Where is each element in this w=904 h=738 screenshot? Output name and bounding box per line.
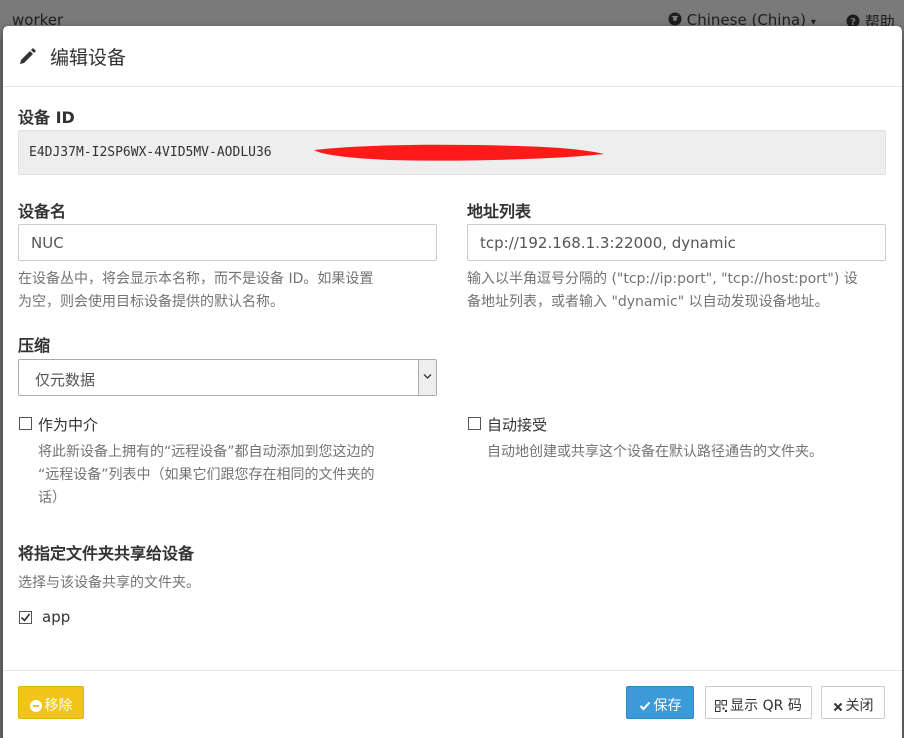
- auto-accept-help: 自动地创建或共享这个设备在默认路径通告的文件夹。: [487, 441, 897, 464]
- checked-box-icon: [19, 611, 32, 624]
- globe-icon: [668, 12, 682, 26]
- auto-accept-help-line: 自动地创建或共享这个设备在默认路径通告的文件夹。: [487, 444, 823, 460]
- check-icon: [639, 701, 650, 711]
- remove-label: 移除: [44, 698, 73, 714]
- close-label: 关闭: [845, 698, 874, 714]
- auto-accept-label[interactable]: 自动接受: [487, 414, 547, 435]
- dialog-footer: 移除 保存 显示 QR 码 关闭: [3, 670, 902, 738]
- device-name-input[interactable]: NUC: [18, 224, 437, 261]
- introducer-help-line: “远程设备”列表中（如果它们跟您存在相同的文件夹的: [38, 467, 375, 483]
- compression-label: 压缩: [18, 336, 51, 355]
- introducer-help-line: 话）: [38, 490, 66, 506]
- folder-app-checkbox[interactable]: [19, 611, 32, 624]
- remove-button[interactable]: 移除: [18, 686, 84, 719]
- device-name-value: NUC: [31, 234, 64, 252]
- addresses-value: tcp://192.168.1.3:22000, dynamic: [480, 234, 736, 252]
- auto-accept-checkbox[interactable]: [468, 417, 481, 430]
- introducer-checkbox[interactable]: [19, 417, 32, 430]
- addresses-help-line: 备地址列表，或者输入 "dynamic" 以自动发现设备地址。: [467, 294, 829, 310]
- addresses-label: 地址列表: [467, 202, 532, 221]
- folder-app-label[interactable]: app: [42, 608, 70, 626]
- redaction-mark: [314, 144, 604, 161]
- device-name-label: 设备名: [18, 202, 67, 221]
- minus-circle-icon: [29, 700, 42, 712]
- introducer-help-line: 将此新设备上拥有的“远程设备”都自动添加到您这边的: [38, 444, 375, 460]
- share-folders-title: 将指定文件夹共享给设备: [18, 544, 195, 563]
- edit-device-dialog: 编辑设备 设备 ID E4DJ37M-I2SP6WX-4VID5MV-AODLU…: [3, 26, 902, 738]
- save-label: 保存: [653, 698, 682, 714]
- pencil-icon: [20, 48, 36, 64]
- addresses-help-line: 输入以半角逗号分隔的 ("tcp://ip:port", "tcp://host…: [467, 271, 858, 287]
- introducer-help: 将此新设备上拥有的“远程设备”都自动添加到您这边的 “远程设备”列表中（如果它们…: [38, 441, 448, 510]
- share-folders-help: 选择与该设备共享的文件夹。: [18, 575, 200, 591]
- qrcode-icon: [715, 700, 728, 712]
- dialog-title: 编辑设备: [50, 47, 127, 69]
- dialog-header: 编辑设备: [3, 26, 902, 87]
- device-id-value: E4DJ37M-I2SP6WX-4VID5MV-AODLU36: [29, 145, 272, 160]
- qr-label: 显示 QR 码: [730, 698, 802, 714]
- introducer-label[interactable]: 作为中介: [38, 414, 98, 435]
- device-name-help-line: 在设备丛中，将会显示本名称，而不是设备 ID。如果设置: [18, 271, 374, 287]
- addresses-help: 输入以半角逗号分隔的 ("tcp://ip:port", "tcp://host…: [467, 268, 897, 314]
- compression-select[interactable]: 仅元数据: [18, 359, 437, 396]
- select-dropdown-button[interactable]: [418, 360, 436, 395]
- compression-value: 仅元数据: [35, 371, 96, 389]
- device-id-label: 设备 ID: [18, 108, 75, 127]
- addresses-input[interactable]: tcp://192.168.1.3:22000, dynamic: [467, 224, 886, 261]
- save-button[interactable]: 保存: [626, 686, 694, 719]
- chevron-down-icon: [423, 374, 432, 379]
- device-name-help-line: 为空，则会使用目标设备提供的默认名称。: [18, 294, 284, 310]
- show-qr-button[interactable]: 显示 QR 码: [705, 686, 812, 719]
- close-icon: [833, 702, 842, 712]
- close-button[interactable]: 关闭: [821, 686, 885, 719]
- device-name-help: 在设备丛中，将会显示本名称，而不是设备 ID。如果设置 为空，则会使用目标设备提…: [18, 268, 448, 314]
